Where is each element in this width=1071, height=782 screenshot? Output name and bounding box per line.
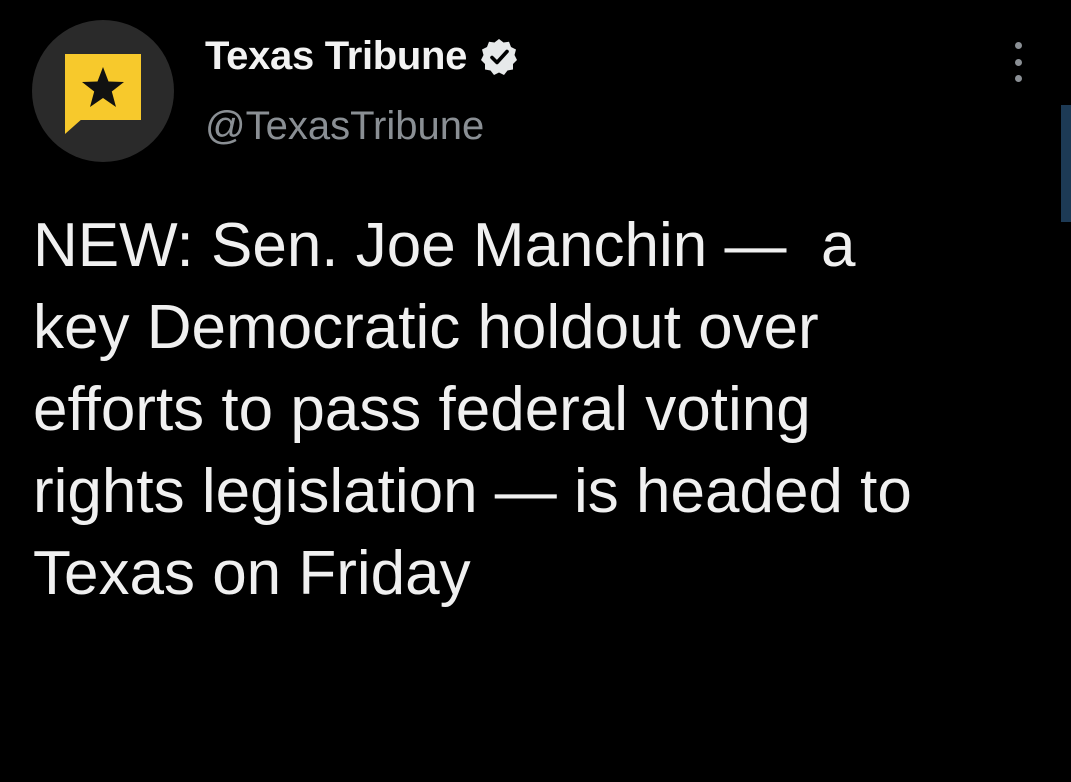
star-icon [65, 54, 141, 120]
logo-bubble-tail [65, 118, 83, 134]
more-vertical-icon[interactable] [1008, 42, 1028, 82]
author-handle[interactable]: @TexasTribune [205, 104, 484, 149]
more-dot [1014, 58, 1022, 66]
tweet-text: NEW: Sen. Joe Manchin — a key Democratic… [33, 211, 912, 608]
avatar[interactable] [32, 20, 174, 162]
author-name-row[interactable]: Texas Tribune [205, 34, 519, 79]
more-dot [1014, 75, 1022, 82]
more-dot [1014, 42, 1022, 49]
tweet[interactable]: Texas Tribune @TexasTribune NEW: Sen. Jo… [0, 0, 1071, 782]
author-display-name[interactable]: Texas Tribune [205, 34, 467, 79]
verified-badge-icon [479, 37, 519, 77]
scroll-indicator[interactable] [1061, 105, 1071, 222]
